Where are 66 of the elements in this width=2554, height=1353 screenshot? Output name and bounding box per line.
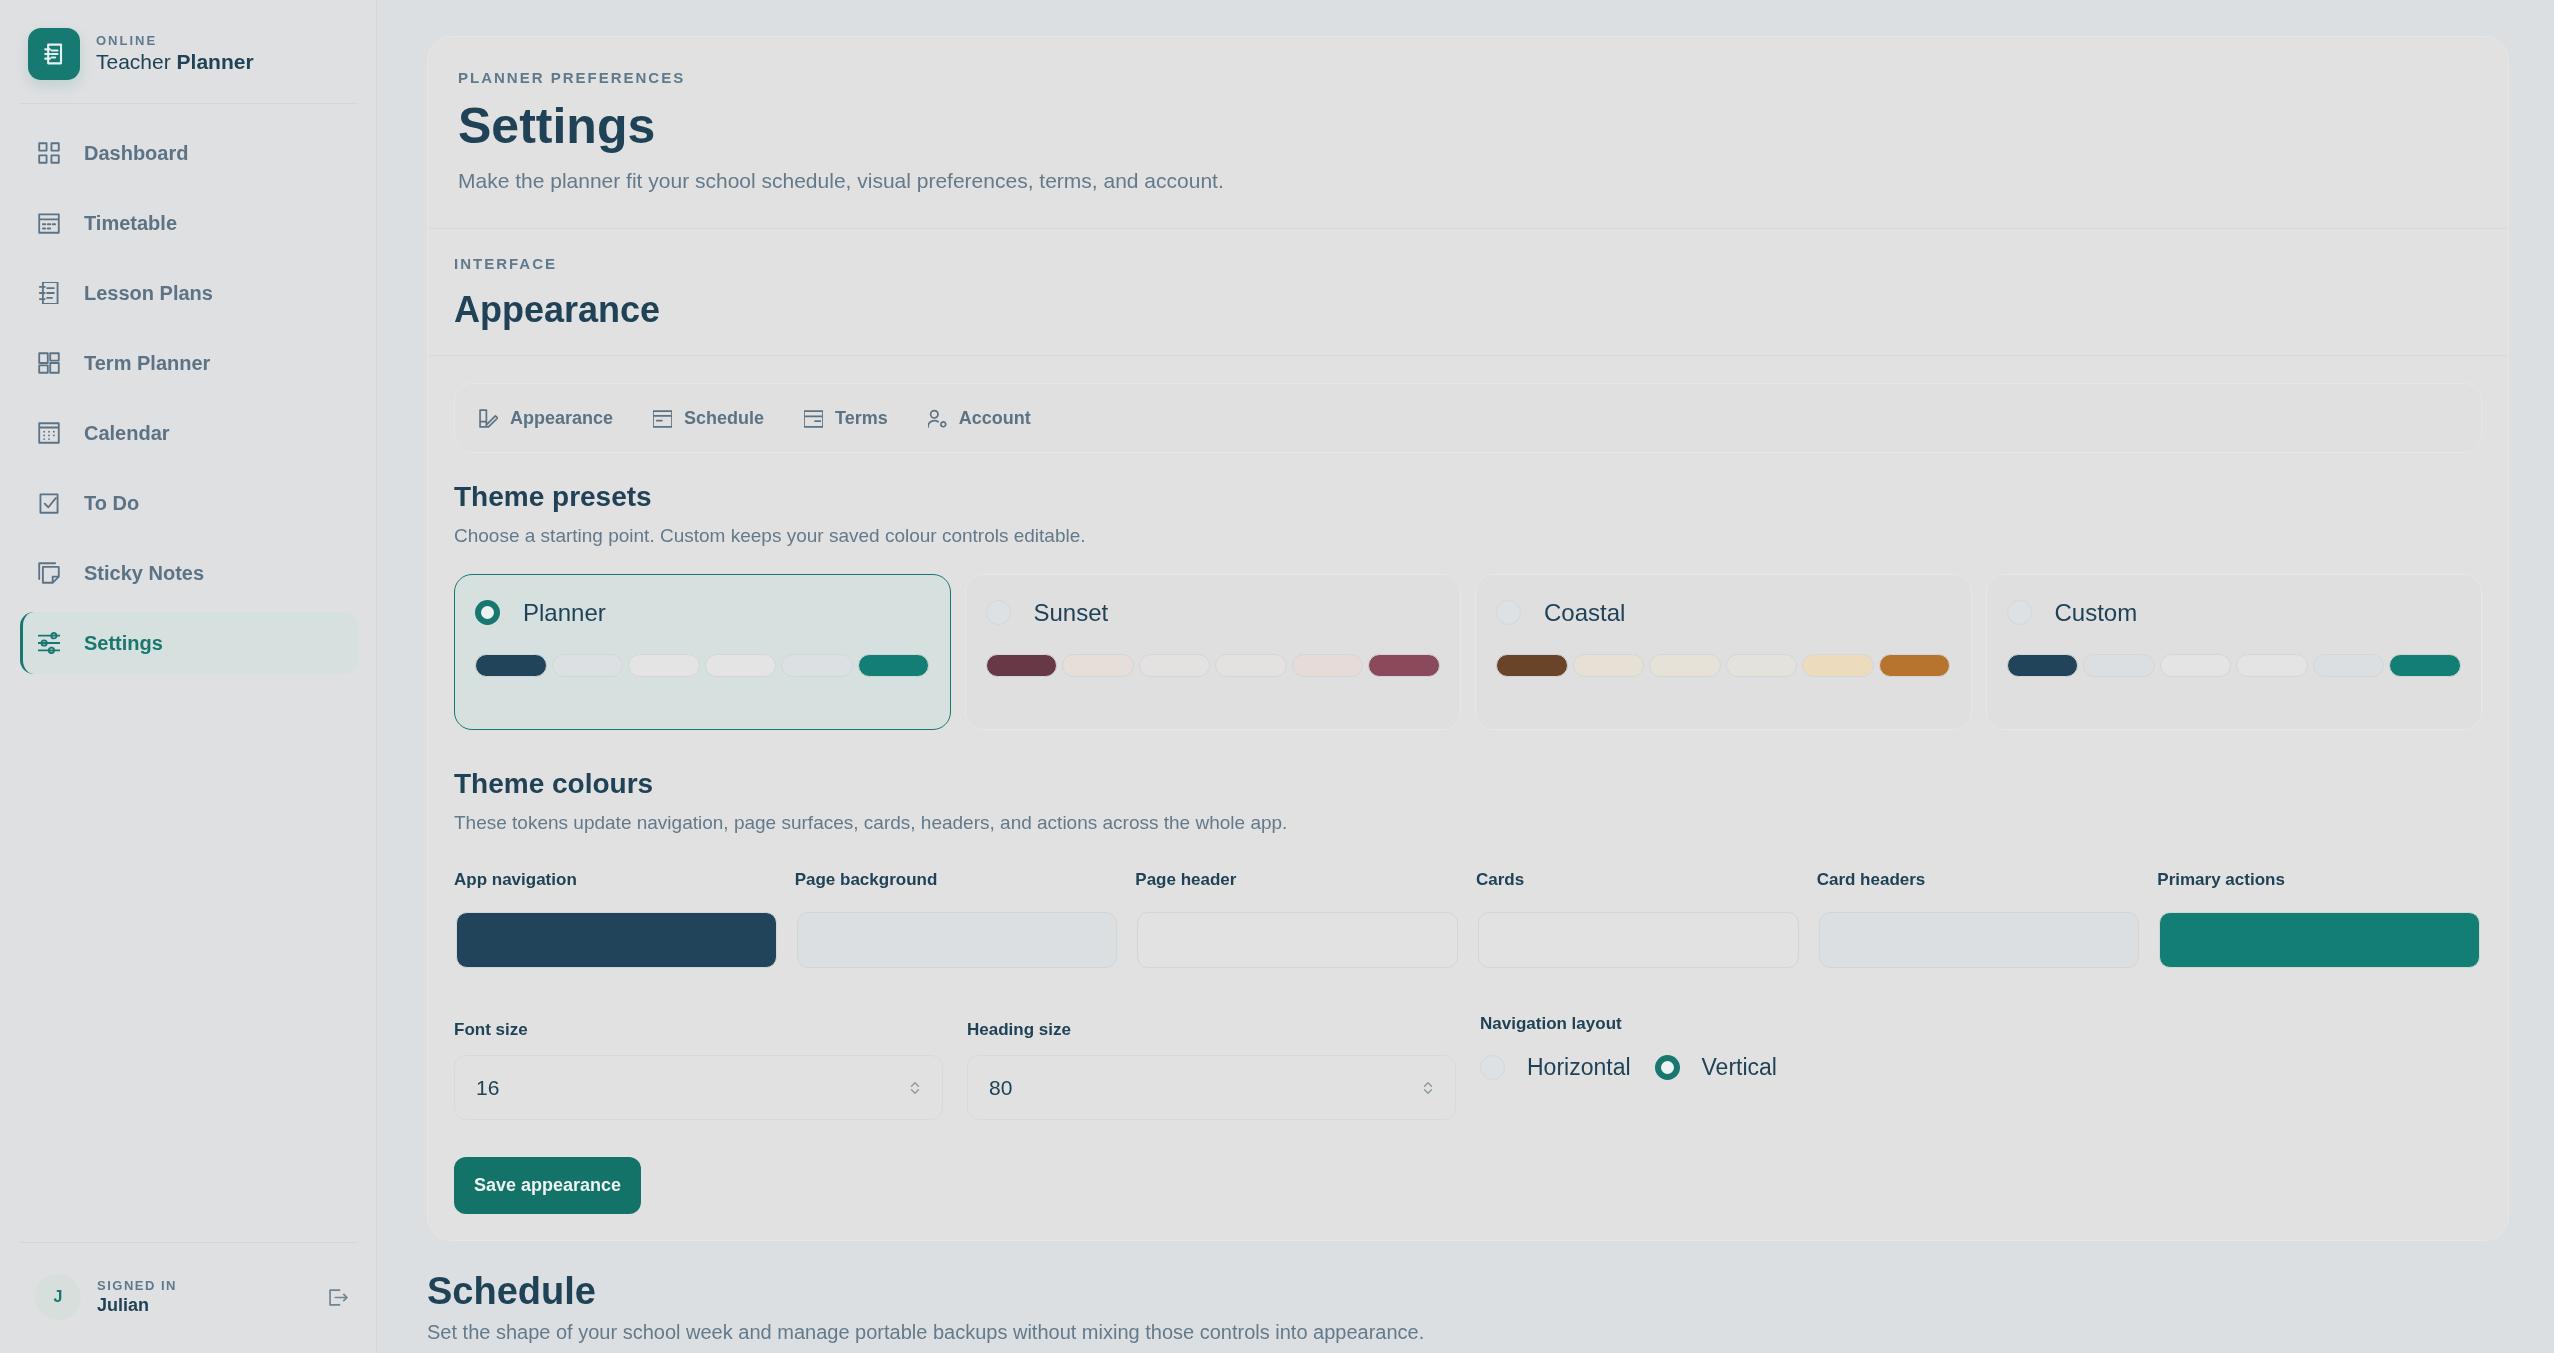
field-label: Card headers: [1816, 869, 1927, 891]
preset-card[interactable]: Coastal: [1475, 574, 1972, 730]
colours-title: Theme colours: [454, 767, 655, 801]
signed-in-label: SIGNED IN: [97, 1278, 178, 1294]
preset-card[interactable]: Planner: [454, 574, 951, 730]
tab[interactable]: Terms: [804, 401, 888, 435]
field-label: App navigation: [454, 869, 578, 891]
nav-item[interactable]: Lesson Plans: [20, 262, 358, 324]
nav-item[interactable]: Term Planner: [20, 332, 358, 394]
radio-button[interactable]: [1654, 1054, 1680, 1080]
pencil-icon: [479, 408, 498, 428]
field-label: Page header: [1135, 869, 1238, 891]
tab[interactable]: Schedule: [653, 401, 765, 435]
field-label: Font size: [454, 1019, 529, 1041]
field-label: Heading size: [967, 1019, 1072, 1041]
layout-icon: [38, 352, 60, 374]
section-eyebrow: INTERFACE: [454, 254, 558, 274]
save-button[interactable]: Save appearance: [454, 1157, 642, 1214]
preset-name: Custom: [2054, 598, 2138, 627]
notebook-icon: [38, 282, 60, 304]
field-label: Primary actions: [2157, 869, 2286, 891]
page-subtitle: Make the planner fit your school schedule, visual preferences, terms, and account.: [458, 168, 1225, 194]
calendar-grid-icon: [38, 422, 60, 444]
nav-item[interactable]: Sticky Notes: [20, 542, 358, 604]
sticky-note-icon: [38, 562, 60, 584]
presets-description: Choose a starting point. Custom keeps your saved colour controls editable.: [454, 524, 1087, 548]
nav-item[interactable]: Timetable: [20, 192, 358, 254]
number-field[interactable]: 16: [454, 1055, 943, 1120]
nav-item[interactable]: Dashboard: [20, 122, 358, 184]
preset-name: Planner: [523, 598, 606, 627]
presets-title: Theme presets: [454, 480, 653, 514]
user-name: Julian: [97, 1294, 150, 1316]
radio-option[interactable]: Vertical: [1654, 1053, 1777, 1081]
tab[interactable]: Appearance: [479, 401, 614, 435]
schedule-description: Set the shape of your school week and manage portable backups without mixing those controls into appearance.: [427, 1320, 1426, 1345]
card-icon: [804, 408, 824, 428]
nav-item[interactable]: To Do: [20, 472, 358, 534]
schedule-title: Schedule: [427, 1269, 597, 1313]
colours-description: These tokens update navigation, page surfaces, cards, headers, and actions across the whole app.: [454, 811, 1289, 835]
panel-icon: [653, 408, 673, 428]
field-label: Navigation layout: [1480, 1013, 1623, 1035]
tab[interactable]: Account: [927, 401, 1031, 435]
preset-name: Sunset: [1033, 598, 1109, 627]
logo-icon: [28, 28, 80, 80]
page-title: Settings: [458, 98, 657, 154]
radio-button[interactable]: [475, 600, 500, 625]
user-icon: [927, 408, 947, 428]
calendar-icon: [38, 212, 60, 234]
sliders-icon: [38, 632, 60, 654]
preset-card[interactable]: Custom: [1985, 574, 2482, 730]
radio-option[interactable]: Horizontal: [1480, 1053, 1631, 1081]
brand-name: Teacher Planner: [96, 49, 254, 75]
section-title: Appearance: [454, 288, 662, 332]
logout-icon[interactable]: [329, 1288, 348, 1306]
preset-card[interactable]: Sunset: [964, 574, 1461, 730]
nav-item[interactable]: Calendar: [20, 402, 358, 464]
page-eyebrow: PLANNER PREFERENCES: [458, 68, 687, 88]
field-label: Cards: [1476, 869, 1526, 891]
field-label: Page background: [794, 869, 939, 891]
checkbox-icon: [38, 492, 60, 514]
number-field[interactable]: 80: [967, 1055, 1456, 1120]
user-avatar: J: [35, 1274, 81, 1320]
grid-icon: [38, 142, 60, 164]
nav-item[interactable]: Settings: [20, 612, 358, 674]
preset-name: Coastal: [1544, 598, 1626, 627]
brand-eyebrow: ONLINE: [96, 33, 159, 49]
